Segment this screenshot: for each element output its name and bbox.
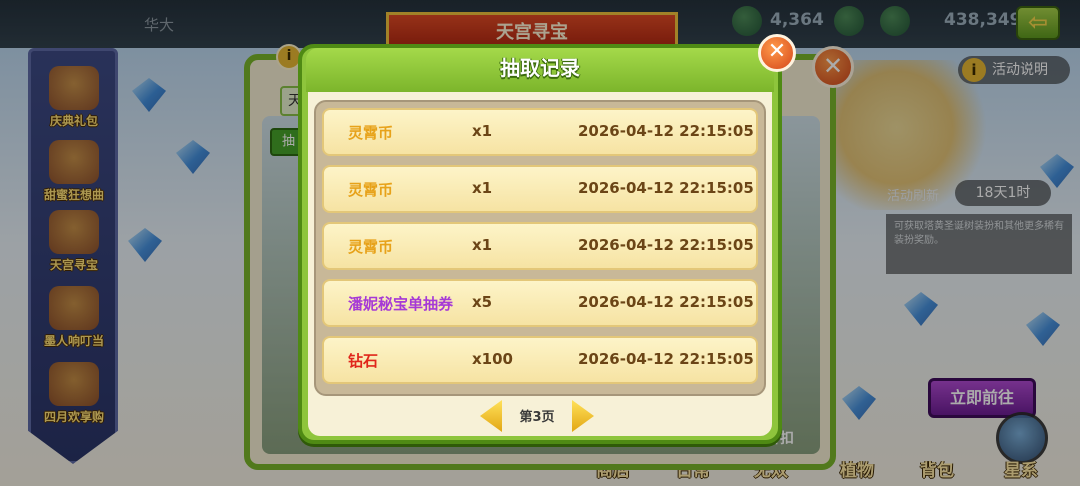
item-name: 灵霄币 <box>348 181 394 199</box>
record-row: 潘妮秘宝单抽券 x5 2026-04-12 22:15:05 <box>322 279 758 327</box>
draw-time: 2026-04-12 22:15:05 <box>578 122 754 140</box>
dialog-title: 抽取记录 <box>500 56 580 80</box>
draw-time: 2026-04-12 22:15:05 <box>578 350 754 368</box>
item-quantity: x1 <box>472 179 493 197</box>
page-indicator: 第3页 <box>519 410 555 425</box>
record-row: 钻石 x100 2026-04-12 22:15:05 <box>322 336 758 384</box>
draw-time: 2026-04-12 22:15:05 <box>578 293 754 311</box>
item-name: 钻石 <box>348 352 379 370</box>
record-row: 灵霄币 x1 2026-04-12 22:15:05 <box>322 222 758 270</box>
item-quantity: x1 <box>472 236 493 254</box>
item-name: 灵霄币 <box>348 238 394 256</box>
record-row: 灵霄币 x1 2026-04-12 22:15:05 <box>322 108 758 156</box>
draw-time: 2026-04-12 22:15:05 <box>578 179 754 197</box>
item-quantity: x1 <box>472 122 493 140</box>
close-icon[interactable]: ✕ <box>758 34 796 72</box>
draw-time: 2026-04-12 22:15:05 <box>578 236 754 254</box>
item-quantity: x100 <box>472 350 513 368</box>
record-row: 灵霄币 x1 2026-04-12 22:15:05 <box>322 165 758 213</box>
item-name: 潘妮秘宝单抽券 <box>348 295 454 313</box>
item-quantity: x5 <box>472 293 493 311</box>
item-name: 灵霄币 <box>348 124 394 142</box>
